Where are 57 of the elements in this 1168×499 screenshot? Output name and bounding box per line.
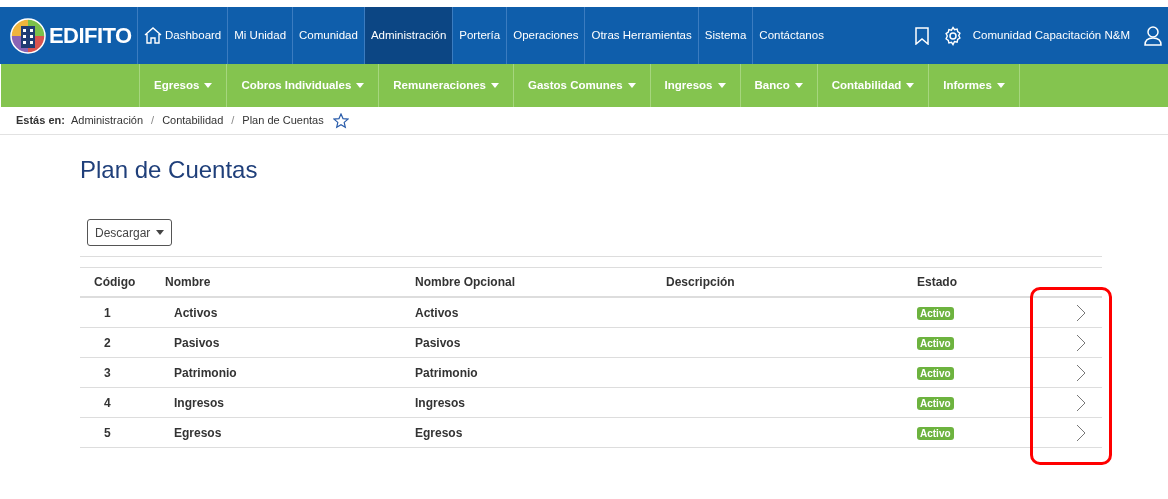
- table-cell-text: 1: [103, 304, 112, 322]
- status-badge: Activo: [917, 366, 954, 380]
- table-cell-text: Egresos: [415, 424, 464, 442]
- breadcrumb-link[interactable]: Plan de Cuentas: [242, 112, 324, 129]
- breadcrumb-link[interactable]: Administración: [70, 112, 144, 129]
- caret-icon: [491, 83, 499, 88]
- user-icon[interactable]: [1144, 25, 1162, 46]
- nav-tab[interactable]: Contáctanos: [753, 7, 830, 64]
- settings-icon[interactable]: [942, 25, 963, 46]
- status-badge: Activo: [917, 336, 954, 350]
- breadcrumb-label: Estás en:: [16, 113, 65, 129]
- table-cell-text: 2: [103, 334, 112, 352]
- chevron-right-icon[interactable]: [1076, 333, 1086, 352]
- table-cell-text: Activos: [173, 304, 219, 322]
- table-cell-text: Patrimonio: [173, 364, 238, 382]
- home-icon: [144, 27, 162, 44]
- status-badge: Activo: [917, 306, 954, 320]
- column-header: Nombre Opcional: [415, 274, 516, 291]
- table-cell-text: 4: [103, 394, 112, 412]
- chevron-right-icon[interactable]: [1076, 303, 1086, 322]
- breadcrumb-link[interactable]: Contabilidad: [162, 112, 224, 129]
- breadcrumb-separator: /: [230, 113, 236, 129]
- column-header: Descripción: [666, 274, 736, 291]
- bookmark-icon[interactable]: [914, 26, 929, 45]
- breadcrumb-separator: /: [150, 113, 156, 129]
- status-badge: Activo: [917, 396, 954, 410]
- column-header: Estado: [917, 274, 958, 291]
- nav-tab[interactable]: Administración: [364, 7, 454, 64]
- caret-icon: [204, 83, 213, 88]
- table-cell-text: Pasivos: [415, 334, 462, 352]
- table-cell-text: 5: [103, 424, 112, 442]
- caret-icon: [156, 230, 165, 235]
- caret-icon: [794, 83, 803, 88]
- community-name[interactable]: Comunidad Capacitación N&M: [972, 26, 1130, 45]
- caret-icon: [996, 83, 1005, 88]
- table-cell-text: Ingresos: [415, 394, 466, 412]
- table-cell-text: Egresos: [173, 424, 223, 442]
- brand-name: EDIFITO: [49, 22, 132, 50]
- chevron-right-icon[interactable]: [1076, 363, 1086, 382]
- page-title: Plan de Cuentas: [80, 155, 259, 185]
- table-cell-text: Activos: [415, 304, 460, 322]
- column-header: Nombre: [165, 274, 212, 291]
- favorite-star-icon[interactable]: [332, 112, 349, 129]
- caret-icon: [627, 83, 636, 88]
- table-cell-text: 3: [103, 364, 112, 382]
- download-button[interactable]: Descargar: [87, 219, 173, 246]
- table-cell-text: Ingresos: [173, 394, 225, 412]
- caret-icon: [356, 83, 365, 88]
- column-header: Código: [93, 274, 137, 291]
- caret-icon: [717, 83, 726, 88]
- chevron-right-icon[interactable]: [1076, 393, 1086, 412]
- building-logo-icon: [10, 17, 46, 54]
- status-badge: Activo: [917, 426, 954, 440]
- table-cell-text: Pasivos: [173, 334, 221, 352]
- table-cell-text: Patrimonio: [415, 364, 479, 382]
- caret-icon: [906, 83, 915, 88]
- chevron-right-icon[interactable]: [1076, 423, 1086, 442]
